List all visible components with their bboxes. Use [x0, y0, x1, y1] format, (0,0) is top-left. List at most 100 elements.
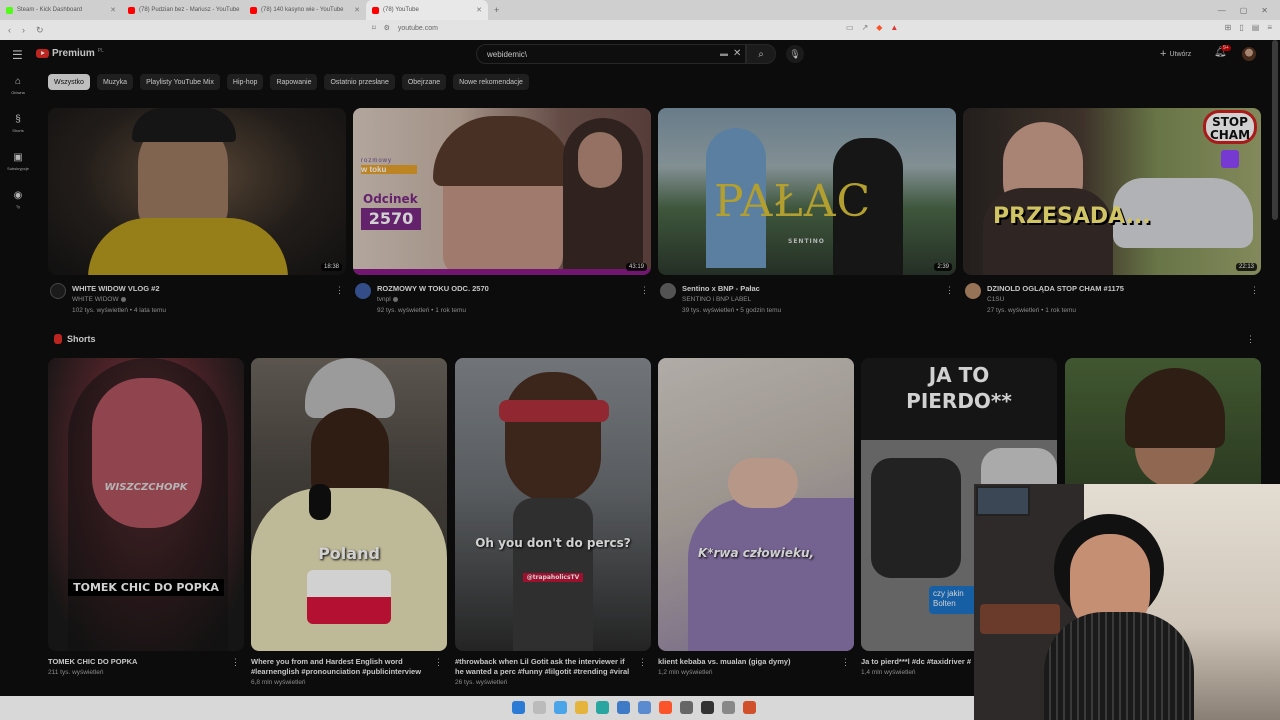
- forward-icon[interactable]: ›: [22, 25, 25, 36]
- guide-item-shorts[interactable]: § Shorts: [0, 114, 36, 152]
- video-card[interactable]: PAŁAC SENTINO 2:39 Sentino x BNP - Pałac…: [658, 108, 956, 323]
- video-card[interactable]: 18:38 WHITE WIDOW VLOG #2 WHITE WIDOW 10…: [48, 108, 346, 323]
- short-title[interactable]: #throwback when Lil Gotit ask the interv…: [455, 657, 633, 677]
- search-input[interactable]: webidemic\: [487, 50, 527, 59]
- video-thumbnail[interactable]: 18:38: [48, 108, 346, 275]
- channel-name[interactable]: C1SU: [987, 296, 1004, 303]
- youtube-logo[interactable]: Premium PL: [36, 48, 104, 59]
- video-thumbnail[interactable]: rozmowy w toku Odcinek 2570 43:19: [353, 108, 651, 275]
- store-icon[interactable]: [617, 701, 630, 714]
- warning-icon[interactable]: ▲: [890, 23, 898, 32]
- video-thumbnail[interactable]: PAŁAC SENTINO 2:39: [658, 108, 956, 275]
- settings-icon[interactable]: [722, 701, 735, 714]
- new-tab-icon[interactable]: +: [494, 5, 499, 15]
- more-options-icon[interactable]: ⋮: [335, 285, 344, 296]
- more-options-icon[interactable]: ⋮: [231, 657, 240, 668]
- short-card[interactable]: Poland Where you from and Hardest Englis…: [251, 358, 447, 686]
- short-title[interactable]: TOMEK CHIC DO POPKA: [48, 657, 226, 667]
- file-explorer-icon[interactable]: [575, 701, 588, 714]
- search-icon[interactable]: [533, 701, 546, 714]
- chip-new[interactable]: Nowe rekomendacje: [453, 74, 529, 90]
- bookmark-icon[interactable]: ⌑: [372, 24, 376, 32]
- close-icon[interactable]: ✕: [110, 6, 116, 14]
- page-scrollbar[interactable]: [1272, 40, 1278, 220]
- voice-search-button[interactable]: 🎙︎: [786, 45, 804, 63]
- chip-hiphop[interactable]: Hip-hop: [226, 74, 264, 90]
- video-title[interactable]: DZINOLD OGLĄDA STOP CHAM #1175: [987, 284, 1124, 293]
- close-window-icon[interactable]: ✕: [1261, 6, 1268, 15]
- search-button[interactable]: ⌕: [746, 44, 776, 64]
- video-title[interactable]: WHITE WIDOW VLOG #2: [72, 284, 160, 293]
- obs-icon[interactable]: [701, 701, 714, 714]
- close-icon[interactable]: ✕: [354, 6, 360, 14]
- video-card[interactable]: rozmowy w toku Odcinek 2570 43:19 ROZMOW…: [353, 108, 651, 323]
- guide-item-you[interactable]: ◉ Ty: [0, 190, 36, 228]
- video-thumbnail[interactable]: PRZESADA... STOP CHAM 22:13: [963, 108, 1261, 275]
- short-title[interactable]: Where you from and Hardest English word …: [251, 657, 429, 677]
- edge-icon[interactable]: [596, 701, 609, 714]
- guide-item-home[interactable]: ⌂ Główna: [0, 76, 36, 114]
- more-options-icon[interactable]: ⋮: [638, 657, 647, 668]
- guide-item-subscriptions[interactable]: ▣ Subskrypcje: [0, 152, 36, 190]
- windows-start-icon[interactable]: [512, 701, 525, 714]
- video-title[interactable]: ROZMOWY W TOKU ODC. 2570: [377, 284, 489, 293]
- channel-avatar[interactable]: [660, 283, 676, 299]
- url-text[interactable]: youtube.com: [398, 25, 438, 32]
- mail-icon[interactable]: [638, 701, 651, 714]
- channel-name[interactable]: WHITE WIDOW: [72, 296, 126, 303]
- cast-icon[interactable]: ▭: [846, 23, 854, 32]
- share-icon[interactable]: ↗: [862, 23, 869, 32]
- sidebar-icon[interactable]: ▯: [1239, 23, 1243, 32]
- browser-tab[interactable]: (78) Pudzian bez - Mariusz - YouTube ✕: [122, 0, 244, 20]
- site-info-icon[interactable]: ⚙: [384, 24, 390, 32]
- browser-icon[interactable]: [743, 701, 756, 714]
- short-card[interactable]: WISZCZCHOPK TOMEK CHIC DO POPKA TOMEK CH…: [48, 358, 244, 676]
- search-box[interactable]: webidemic\ ▬ ✕: [476, 44, 746, 64]
- close-icon[interactable]: ✕: [476, 6, 482, 14]
- channel-avatar[interactable]: [965, 283, 981, 299]
- app-icon[interactable]: [680, 701, 693, 714]
- chip-all[interactable]: Wszystko: [48, 74, 90, 90]
- channel-avatar[interactable]: [355, 283, 371, 299]
- more-options-icon[interactable]: ⋮: [434, 657, 443, 668]
- clear-search-icon[interactable]: ✕: [733, 48, 741, 59]
- hamburger-menu-icon[interactable]: ☰: [12, 48, 23, 62]
- chip-rap[interactable]: Rapowanie: [270, 74, 318, 90]
- more-options-icon[interactable]: ⋮: [1246, 334, 1255, 345]
- short-thumbnail[interactable]: K*rwa człowieku,: [658, 358, 854, 651]
- reload-icon[interactable]: ↻: [36, 25, 44, 36]
- chip-music[interactable]: Muzyka: [96, 74, 134, 90]
- short-thumbnail[interactable]: Oh you don't do percs? @trapaholicsTV: [455, 358, 651, 651]
- keyboard-icon[interactable]: ▬: [720, 49, 728, 58]
- channel-name[interactable]: SENTINO i BNP LABEL: [682, 296, 751, 303]
- browser-tab[interactable]: Steam - Kick Dashboard ✕: [0, 0, 122, 20]
- chip-watched[interactable]: Obejrzane: [401, 74, 447, 90]
- channel-name[interactable]: tvnpl: [377, 296, 398, 303]
- back-icon[interactable]: ‹: [8, 25, 11, 36]
- maximize-icon[interactable]: ▢: [1240, 6, 1248, 15]
- video-title[interactable]: Sentino x BNP - Pałac: [682, 284, 760, 293]
- video-card[interactable]: PRZESADA... STOP CHAM 22:13 DZINOLD OGLĄ…: [963, 108, 1261, 323]
- more-options-icon[interactable]: ⋮: [945, 285, 954, 296]
- extension-icon[interactable]: ⊞: [1225, 23, 1232, 32]
- more-options-icon[interactable]: ⋮: [640, 285, 649, 296]
- more-options-icon[interactable]: ⋮: [841, 657, 850, 668]
- create-button[interactable]: + Utwórz: [1160, 48, 1191, 60]
- short-card[interactable]: K*rwa człowieku, klient kebaba vs. muala…: [658, 358, 854, 676]
- short-card[interactable]: Oh you don't do percs? @trapaholicsTV #t…: [455, 358, 651, 686]
- chip-mix[interactable]: Playlisty YouTube Mix: [140, 74, 220, 90]
- menu-icon[interactable]: ≡: [1267, 23, 1272, 32]
- short-thumbnail[interactable]: Poland: [251, 358, 447, 651]
- short-thumbnail[interactable]: WISZCZCHOPK TOMEK CHIC DO POPKA: [48, 358, 244, 651]
- brave-shield-icon[interactable]: ◆: [876, 23, 882, 32]
- copilot-icon[interactable]: [554, 701, 567, 714]
- minimize-icon[interactable]: —: [1218, 6, 1226, 15]
- brave-icon[interactable]: [659, 701, 672, 714]
- short-title[interactable]: klient kebaba vs. mualan (giga dymy): [658, 657, 836, 667]
- avatar[interactable]: [1242, 47, 1256, 61]
- more-options-icon[interactable]: ⋮: [1250, 285, 1259, 296]
- notifications-button[interactable]: 🔔︎ 9+: [1214, 45, 1231, 58]
- wallet-icon[interactable]: ▤: [1252, 23, 1260, 32]
- browser-tab-active[interactable]: (78) YouTube ✕: [366, 0, 488, 20]
- channel-avatar[interactable]: [50, 283, 66, 299]
